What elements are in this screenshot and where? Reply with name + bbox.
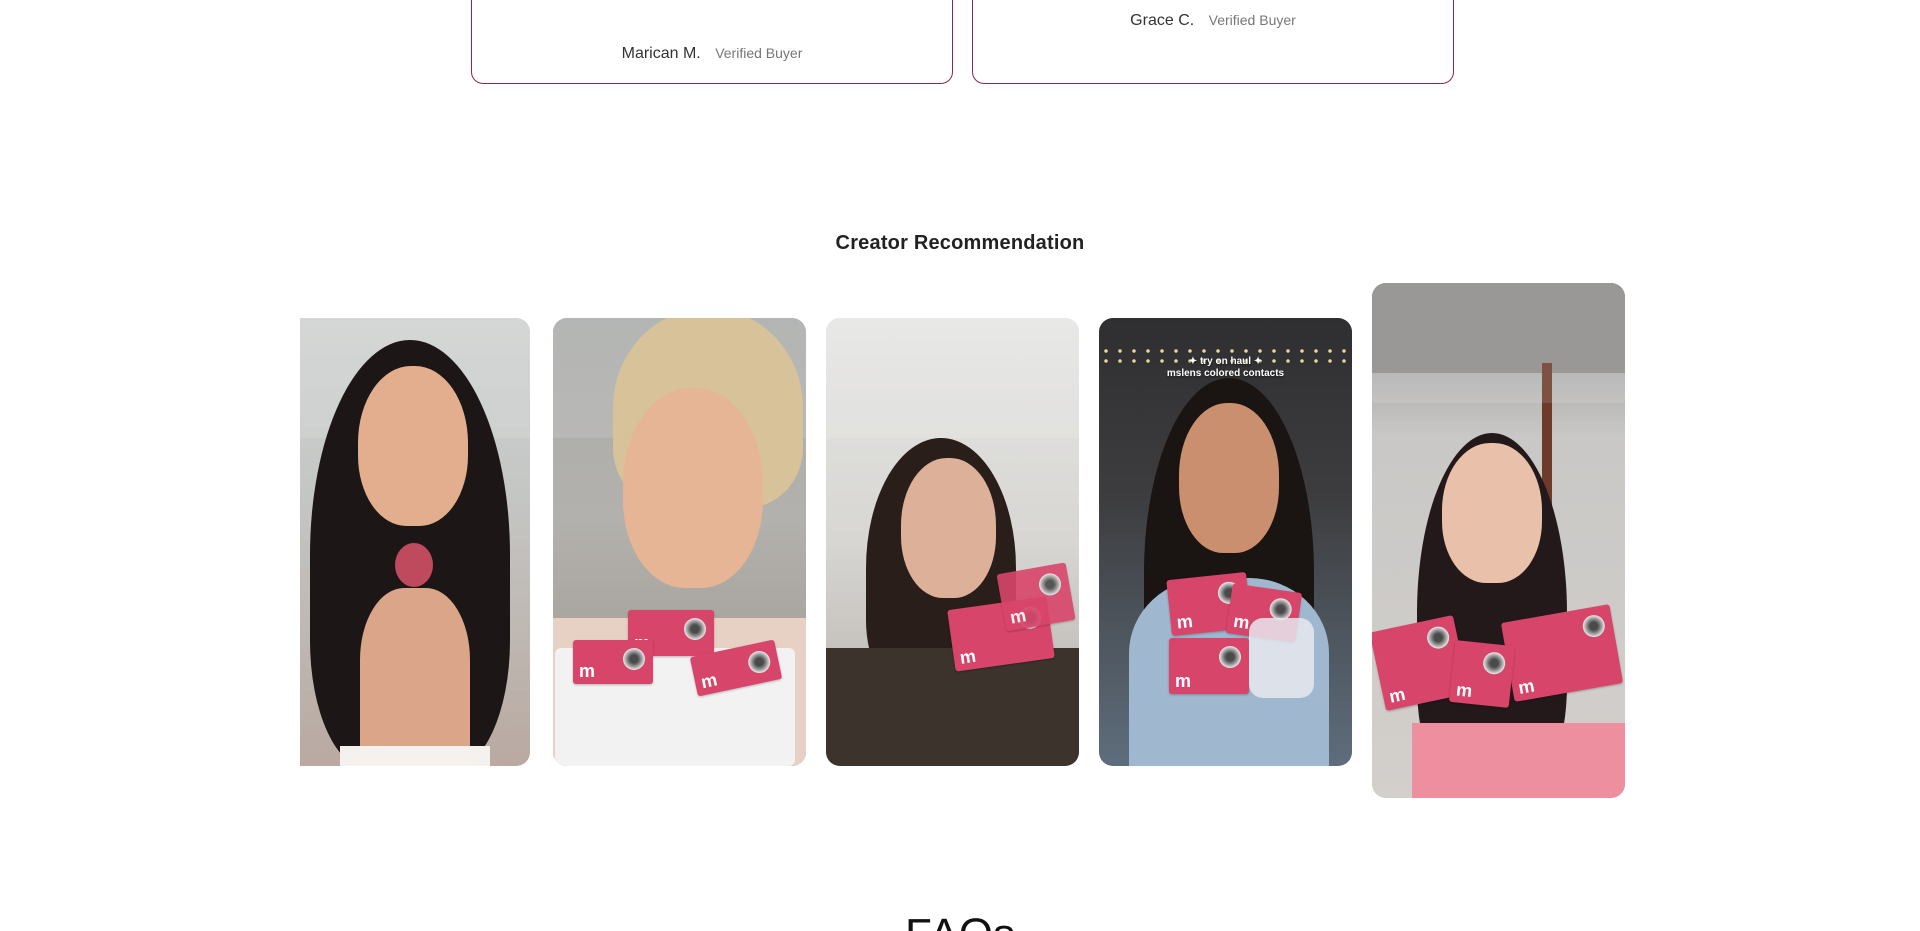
creator-video-card[interactable]: m m m [553, 318, 806, 766]
creator-video-card[interactable]: m m [826, 318, 1079, 766]
top-shape [826, 648, 1079, 766]
video-caption: ✦ try on haul ✦ mslens colored contacts [1099, 356, 1352, 380]
face-shape [358, 366, 468, 526]
face-shape [901, 458, 996, 598]
face-shape [1442, 443, 1542, 583]
creator-carousel[interactable]: m m m m m ✦ try on haul ✦ mslens colored… [300, 280, 1625, 820]
review-card: Grace C. Verified Buyer [972, 0, 1454, 84]
neck-shape [360, 588, 470, 766]
creator-video-card[interactable]: ✦ try on haul ✦ mslens colored contacts … [1099, 318, 1352, 766]
thumbnail-overlay [1372, 283, 1625, 403]
face-shape [1179, 403, 1279, 553]
top-shape [1412, 723, 1625, 798]
face-shape [623, 388, 763, 588]
top-shape [340, 746, 490, 766]
review-author-row: Marican M. Verified Buyer [472, 45, 952, 63]
verified-buyer-badge: Verified Buyer [715, 45, 803, 61]
product-box: m [573, 640, 653, 684]
review-card: wear Marican M. Verified Buyer [471, 0, 953, 84]
thumbnail-overlay [826, 318, 1079, 438]
mouth-shape [395, 543, 433, 587]
review-author: Grace C. [1130, 12, 1195, 29]
faq-title: FAQs [0, 910, 1920, 931]
product-box: m [996, 562, 1076, 632]
verified-buyer-badge: Verified Buyer [1208, 12, 1296, 28]
creator-video-card-active[interactable]: m m m [1372, 283, 1625, 798]
lens-case-shape [1249, 618, 1314, 698]
product-box: m [1448, 640, 1516, 708]
creator-video-card[interactable] [300, 318, 530, 766]
video-caption-line: ✦ try on haul ✦ [1188, 356, 1263, 367]
product-box: m [1169, 638, 1249, 694]
page: wear Marican M. Verified Buyer Grace C. … [0, 0, 1920, 931]
review-author-row: Grace C. Verified Buyer [973, 12, 1453, 30]
review-author: Marican M. [621, 45, 701, 62]
creator-recommendation-title: Creator Recommendation [835, 232, 1085, 254]
